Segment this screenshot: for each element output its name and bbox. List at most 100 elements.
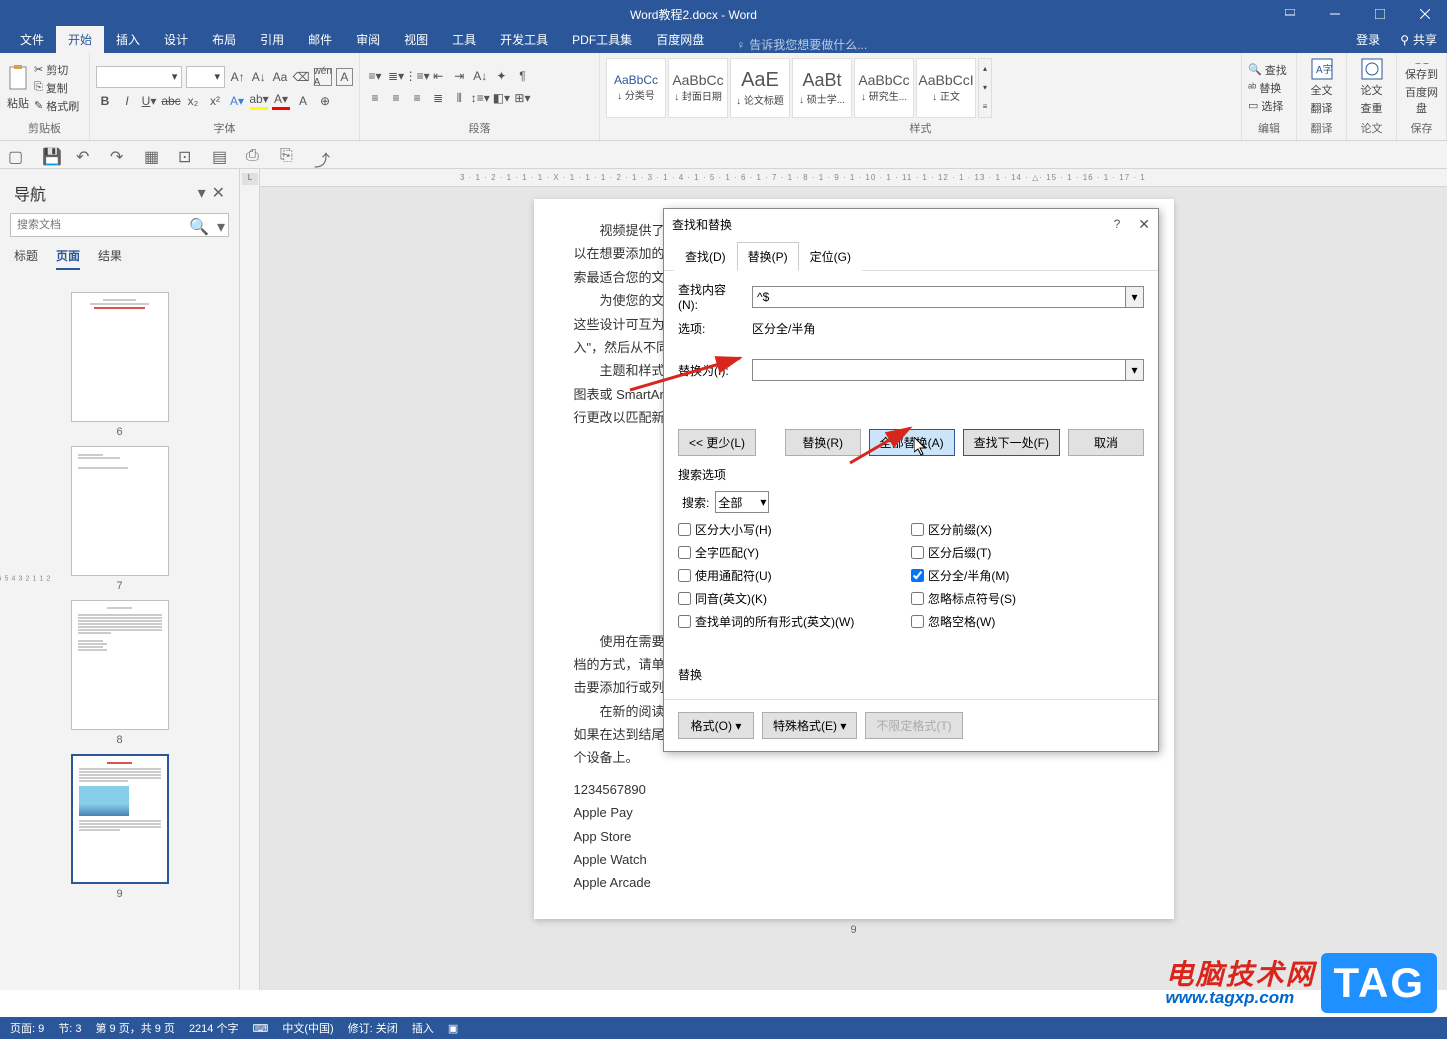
format-painter-button[interactable]: ✎格式刷 bbox=[34, 98, 79, 114]
chk-whole-word[interactable]: 全字匹配(Y) bbox=[678, 544, 911, 561]
undo-icon[interactable]: ↶ bbox=[76, 147, 92, 163]
tab-baidu[interactable]: 百度网盘 bbox=[644, 26, 716, 53]
align-left-icon[interactable]: ≡ bbox=[366, 89, 384, 107]
dialog-tab-replace[interactable]: 替换(P) bbox=[737, 242, 799, 271]
clear-format-icon[interactable]: ⌫ bbox=[293, 68, 310, 86]
tell-me-search[interactable]: ♀ 告诉我您想要做什么... bbox=[736, 36, 867, 53]
style-item[interactable]: AaBbCc↓ 分类号 bbox=[606, 58, 666, 118]
redo-icon[interactable]: ↷ bbox=[110, 147, 126, 163]
style-item[interactable]: AaBbCc↓ 研究生... bbox=[854, 58, 914, 118]
find-button[interactable]: 🔍查找 bbox=[1248, 62, 1287, 78]
find-dropdown-icon[interactable]: ▾ bbox=[1126, 286, 1144, 308]
superscript-icon[interactable]: x² bbox=[206, 92, 224, 110]
chk-ignore-punct[interactable]: 忽略标点符号(S) bbox=[911, 590, 1144, 607]
replace-one-button[interactable]: 替换(R) bbox=[785, 429, 861, 456]
chk-width[interactable]: 区分全/半角(M) bbox=[911, 567, 1144, 584]
status-macro-icon[interactable]: ▣ bbox=[448, 1022, 458, 1035]
nav-close-icon[interactable]: ✕ bbox=[212, 183, 225, 203]
char-border-icon[interactable]: A bbox=[336, 68, 353, 86]
special-button[interactable]: 特殊格式(E) ▾ bbox=[762, 712, 857, 739]
status-pages[interactable]: 第 9 页，共 9 页 bbox=[95, 1020, 174, 1036]
font-size-select[interactable]: ▾ bbox=[186, 66, 225, 88]
nav-tab-pages[interactable]: 页面 bbox=[56, 247, 80, 270]
tab-developer[interactable]: 开发工具 bbox=[488, 26, 560, 53]
font-color-icon[interactable]: A▾ bbox=[272, 92, 290, 110]
sort-icon[interactable]: A↓ bbox=[471, 67, 489, 85]
chk-ignore-space[interactable]: 忽略空格(W) bbox=[911, 613, 1144, 630]
chk-match-case[interactable]: 区分大小写(H) bbox=[678, 521, 911, 538]
thumbnail-page[interactable] bbox=[71, 292, 169, 422]
chk-wildcards[interactable]: 使用通配符(U) bbox=[678, 567, 911, 584]
status-spellcheck-icon[interactable]: ⌨ bbox=[252, 1022, 268, 1035]
bullets-icon[interactable]: ≡▾ bbox=[366, 67, 384, 85]
dialog-help-icon[interactable]: ? bbox=[1114, 217, 1121, 231]
thumbnail-page[interactable] bbox=[71, 600, 169, 730]
para[interactable]: Apple Arcade bbox=[574, 871, 1134, 894]
gallery-down-icon[interactable]: ▾ bbox=[979, 83, 991, 92]
select-button[interactable]: ▭选择 bbox=[1248, 98, 1287, 114]
gallery-up-icon[interactable]: ▴ bbox=[979, 64, 991, 73]
para[interactable]: 1234567890 bbox=[574, 778, 1134, 801]
para[interactable]: App Store bbox=[574, 825, 1134, 848]
align-text-icon[interactable]: ✦ bbox=[492, 67, 510, 85]
tab-design[interactable]: 设计 bbox=[152, 26, 200, 53]
strike-icon[interactable]: abc bbox=[162, 92, 180, 110]
text-effect-icon[interactable]: A▾ bbox=[228, 92, 246, 110]
tab-pdf[interactable]: PDF工具集 bbox=[560, 26, 644, 53]
highlight-icon[interactable]: ab▾ bbox=[250, 92, 268, 110]
tab-view[interactable]: 视图 bbox=[392, 26, 440, 53]
close-icon[interactable] bbox=[1402, 0, 1447, 28]
replace-button[interactable]: ᵃᵇ替换 bbox=[1248, 80, 1287, 96]
enclose-icon[interactable]: ⊕ bbox=[316, 92, 334, 110]
tab-layout[interactable]: 布局 bbox=[200, 26, 248, 53]
numbering-icon[interactable]: ≣▾ bbox=[387, 67, 405, 85]
show-marks-icon[interactable]: ¶ bbox=[513, 67, 531, 85]
nav-tab-results[interactable]: 结果 bbox=[98, 247, 122, 270]
tab-home[interactable]: 开始 bbox=[56, 26, 104, 53]
ribbon-group-translate[interactable]: A字 全文 翻译 翻译 bbox=[1297, 53, 1347, 140]
style-item[interactable]: AaBbCcI↓ 正文 bbox=[916, 58, 976, 118]
tab-insert[interactable]: 插入 bbox=[104, 26, 152, 53]
login-button[interactable]: 登录 bbox=[1346, 26, 1390, 53]
change-case-icon[interactable]: Aa bbox=[271, 68, 288, 86]
replace-all-button[interactable]: 全部替换(A) bbox=[869, 429, 955, 456]
chk-sounds-like[interactable]: 同音(英文)(K) bbox=[678, 590, 911, 607]
distribute-icon[interactable]: ⫴ bbox=[450, 90, 468, 108]
nav-dropdown-icon[interactable]: ▾ bbox=[198, 183, 206, 203]
qat-icon[interactable]: ⊡ bbox=[178, 147, 194, 163]
indent-inc-icon[interactable]: ⇥ bbox=[450, 67, 468, 85]
qat-icon[interactable]: ▤ bbox=[212, 147, 228, 163]
qat-icon[interactable]: ▦ bbox=[144, 147, 160, 163]
align-right-icon[interactable]: ≡ bbox=[408, 89, 426, 107]
indent-dec-icon[interactable]: ⇤ bbox=[429, 67, 447, 85]
thumbnail-page[interactable] bbox=[71, 446, 169, 576]
chk-prefix[interactable]: 区分前缀(X) bbox=[911, 521, 1144, 538]
search-dropdown-icon[interactable]: ▾ bbox=[217, 217, 225, 237]
align-center-icon[interactable]: ≡ bbox=[387, 89, 405, 107]
style-item[interactable]: AaBt↓ 硕士学... bbox=[792, 58, 852, 118]
save-icon[interactable]: 💾 bbox=[42, 147, 58, 163]
font-family-select[interactable]: ▾ bbox=[96, 66, 182, 88]
chk-suffix[interactable]: 区分后缀(T) bbox=[911, 544, 1144, 561]
maximize-icon[interactable] bbox=[1357, 0, 1402, 28]
justify-icon[interactable]: ≣ bbox=[429, 89, 447, 107]
subscript-icon[interactable]: x₂ bbox=[184, 92, 202, 110]
style-gallery[interactable]: AaBbCc↓ 分类号 AaBbCc↓ 封面日期 AaE↓ 论文标题 AaBt↓… bbox=[606, 58, 992, 118]
status-insert[interactable]: 插入 bbox=[412, 1020, 434, 1036]
search-icon[interactable]: 🔍 bbox=[189, 217, 209, 237]
dialog-close-icon[interactable]: ✕ bbox=[1138, 216, 1150, 233]
tab-references[interactable]: 引用 bbox=[248, 26, 296, 53]
dialog-tab-goto[interactable]: 定位(G) bbox=[799, 242, 862, 271]
tab-mailings[interactable]: 邮件 bbox=[296, 26, 344, 53]
print-icon[interactable]: ⎙ bbox=[246, 147, 262, 163]
share-button[interactable]: ⚲ 共享 bbox=[1390, 26, 1447, 53]
status-language[interactable]: 中文(中国) bbox=[282, 1020, 333, 1036]
search-direction-select[interactable]: 全部▾ bbox=[715, 491, 769, 513]
shrink-font-icon[interactable]: A↓ bbox=[250, 68, 267, 86]
gallery-more-icon[interactable]: ≡ bbox=[979, 102, 991, 111]
bold-icon[interactable]: B bbox=[96, 92, 114, 110]
para[interactable]: Apple Watch bbox=[574, 848, 1134, 871]
borders-icon[interactable]: ⊞▾ bbox=[513, 89, 531, 107]
status-words[interactable]: 2214 个字 bbox=[189, 1020, 239, 1036]
tab-review[interactable]: 审阅 bbox=[344, 26, 392, 53]
